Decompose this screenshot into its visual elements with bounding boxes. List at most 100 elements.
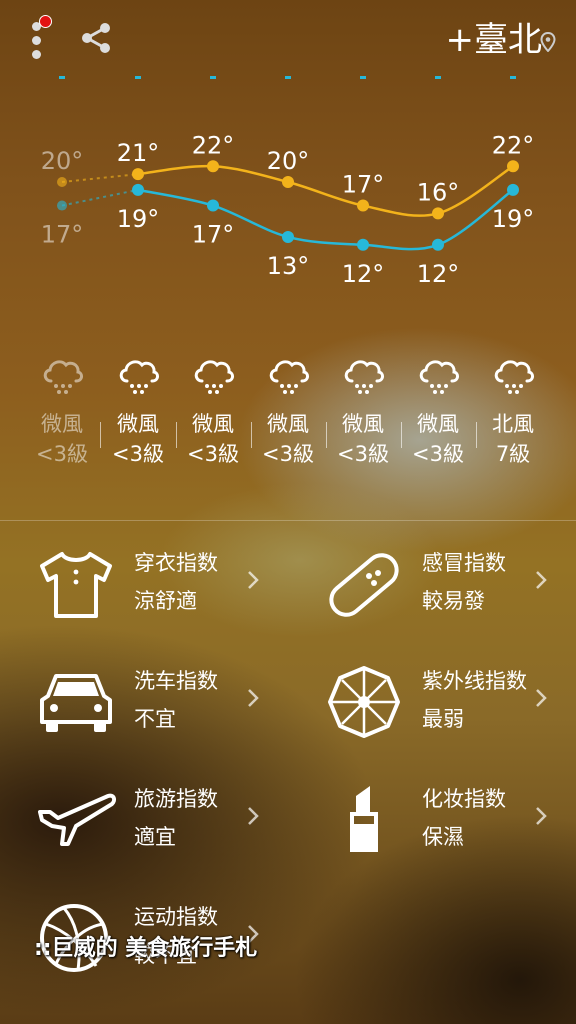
rain-cloud-icon	[194, 360, 234, 394]
low-temp-point	[132, 183, 144, 196]
wind-direction: 微風	[342, 412, 384, 436]
index-name: 洗车指数	[134, 669, 218, 693]
high-temp-point	[132, 168, 144, 181]
high-temp-point	[432, 207, 444, 220]
index-card-travel[interactable]: 旅游指数 適宜	[0, 784, 288, 902]
rain-cloud-icon	[43, 360, 83, 394]
rain-cloud-icon	[419, 360, 459, 394]
low-temp-point	[507, 183, 519, 196]
rain-cloud-icon	[344, 360, 384, 394]
index-value: 不宜	[134, 707, 176, 731]
airplane-icon	[38, 793, 117, 846]
low-temp-point	[282, 230, 294, 243]
chevron-right-icon	[248, 689, 259, 707]
wind-day-5: 微風 <3級	[400, 355, 476, 469]
bandage-icon	[329, 553, 399, 617]
wind-level: 7級	[495, 442, 531, 466]
low-temp-label: 17°	[41, 221, 84, 249]
wind-day-1: 微風 <3級	[100, 355, 176, 469]
high-temp-label: 20°	[267, 147, 310, 175]
menu-button[interactable]	[26, 14, 54, 60]
wind-direction: 微風	[192, 412, 234, 436]
location-pin-icon[interactable]	[540, 32, 556, 52]
wind-direction: 微風	[417, 412, 459, 436]
low-temp-label: 12°	[342, 260, 385, 288]
chevron-right-icon	[536, 571, 547, 589]
wind-direction: 微風	[41, 412, 83, 436]
index-name: 感冒指数	[422, 551, 506, 575]
wind-day-6: 北風 7級	[475, 355, 551, 469]
high-temp-point	[507, 160, 519, 173]
high-temp-point	[207, 160, 219, 173]
high-temp-label: 16°	[417, 178, 460, 206]
high-temp-point	[282, 176, 294, 188]
index-value: 較易發	[422, 589, 485, 613]
index-card-uv[interactable]: 紫外线指数 最弱	[288, 666, 576, 784]
wind-level: <3級	[412, 442, 464, 466]
low-temp-label: 12°	[417, 260, 460, 288]
temperature-chart: 20° 21° 22° 20° 17° 16° 22° 17° 19° 17° 13° 12° 12° 1…	[41, 76, 535, 288]
high-temp-point	[57, 177, 67, 187]
index-card-carwash[interactable]: 洗车指数 不宜	[0, 666, 288, 784]
high-temp-past-segment	[61, 173, 139, 183]
high-temp-label: 17°	[342, 171, 385, 199]
notification-badge	[39, 15, 52, 28]
umbrella-icon	[328, 666, 400, 738]
car-icon	[40, 674, 112, 732]
rain-cloud-icon	[119, 360, 159, 394]
index-name: 紫外线指数	[422, 669, 527, 693]
index-name: 运动指数	[134, 905, 218, 929]
day-tick	[360, 76, 366, 79]
low-temp-past-segment	[61, 188, 139, 207]
tshirt-icon	[40, 552, 112, 618]
low-temp-point	[357, 238, 369, 251]
lipstick-icon	[350, 786, 378, 852]
day-tick-marks	[59, 76, 516, 79]
low-temp-label: 17°	[192, 221, 235, 249]
index-card-clothing[interactable]: 穿衣指数 涼舒適	[0, 548, 288, 666]
wind-day-2: 微風 <3級	[175, 355, 251, 469]
low-temp-label: 19°	[492, 205, 535, 233]
index-value: 適宜	[134, 825, 176, 849]
wind-direction: 北風	[492, 412, 534, 436]
index-card-cold[interactable]: 感冒指数 較易發	[288, 548, 576, 666]
day-tick	[59, 76, 65, 79]
wind-level: <3級	[262, 442, 314, 466]
wind-level: <3級	[36, 442, 88, 466]
city-name[interactable]: +臺北	[446, 18, 543, 62]
chevron-right-icon	[248, 571, 259, 589]
low-temp-point	[432, 238, 444, 251]
low-temp-label: 19°	[117, 205, 160, 233]
day-tick	[135, 76, 141, 79]
wind-direction: 微風	[117, 412, 159, 436]
watermark-text: ::巨威的 美食旅行手札	[34, 936, 258, 961]
index-value: 最弱	[422, 707, 464, 731]
day-tick	[435, 76, 441, 79]
high-temp-label: 20°	[41, 147, 84, 175]
index-name: 化妆指数	[422, 787, 506, 811]
index-name: 旅游指数	[134, 787, 218, 811]
rain-cloud-icon	[269, 360, 309, 394]
menu-dot-icon	[32, 36, 41, 45]
wind-day-3: 微風 <3級	[250, 355, 326, 469]
wind-day-0: 微風 <3級	[24, 355, 100, 469]
high-temp-label: 22°	[492, 131, 535, 159]
high-temp-point	[357, 199, 369, 212]
wind-level: <3級	[112, 442, 164, 466]
day-tick	[510, 76, 516, 79]
chevron-right-icon	[536, 689, 547, 707]
day-tick	[210, 76, 216, 79]
wind-direction: 微風	[267, 412, 309, 436]
low-temp-point	[207, 199, 219, 212]
wind-level: <3級	[187, 442, 239, 466]
wind-day-4: 微風 <3級	[325, 355, 401, 469]
index-name: 穿衣指数	[134, 551, 218, 575]
low-temp-point	[57, 200, 67, 211]
chevron-right-icon	[248, 807, 259, 825]
high-temp-label: 21°	[117, 139, 160, 167]
share-icon[interactable]	[78, 20, 114, 56]
wind-level: <3級	[337, 442, 389, 466]
low-temp-label: 13°	[267, 252, 310, 280]
day-tick	[285, 76, 291, 79]
index-card-makeup[interactable]: 化妆指数 保濕	[288, 784, 576, 902]
